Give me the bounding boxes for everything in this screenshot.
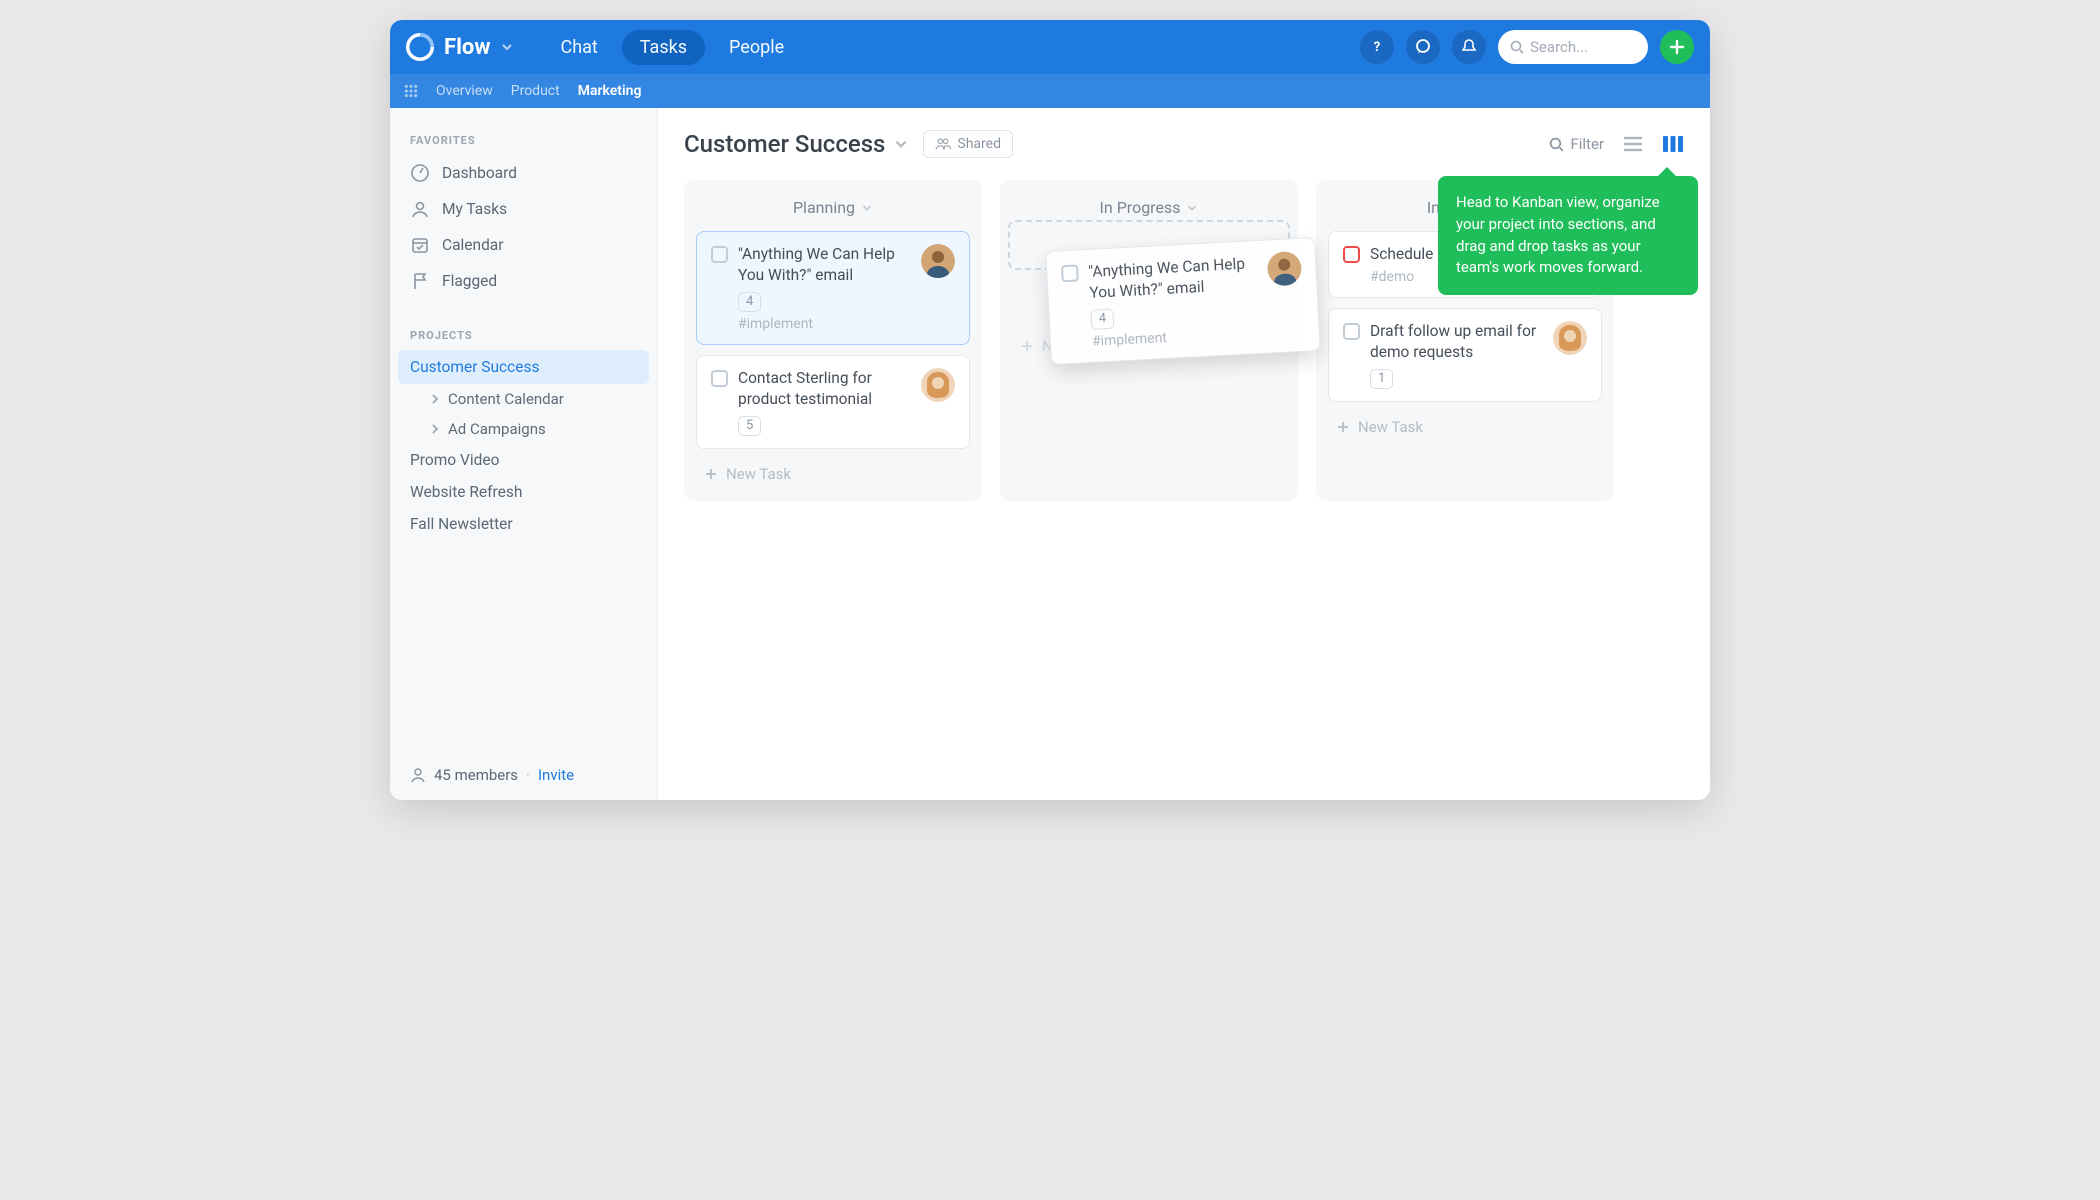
sidebar-dashboard[interactable]: Dashboard [390,155,657,191]
help-button[interactable]: ? [1360,30,1394,64]
nav-people[interactable]: People [711,30,802,65]
shared-badge[interactable]: Shared [923,130,1013,158]
person-icon [410,199,430,219]
sidebar-flagged[interactable]: Flagged [390,263,657,299]
kanban-view-button[interactable] [1662,134,1684,154]
sidebar-project-promo-video[interactable]: Promo Video [390,444,657,476]
sidebar-subproject-ad-campaigns[interactable]: Ad Campaigns [390,414,657,444]
sidebar-project-fall-newsletter[interactable]: Fall Newsletter [390,508,657,540]
column-in-progress: In Progress "Anything We Can Help You Wi… [1000,180,1298,501]
subnav-marketing[interactable]: Marketing [578,83,642,99]
top-bar: Flow Chat Tasks People ? Search... [390,20,1710,74]
chevron-down-icon [893,136,909,152]
comment-count: 1 [1370,369,1393,389]
task-title: "Anything We Can Help You With?" email [1088,253,1259,304]
task-checkbox[interactable] [1343,246,1360,263]
task-checkbox[interactable] [1343,323,1360,340]
column-header[interactable]: Planning [696,192,970,221]
list-view-button[interactable] [1622,135,1644,153]
app-name: Flow [444,35,490,60]
new-task-button[interactable]: New Task [696,459,970,489]
grid-icon[interactable] [404,84,418,98]
nav-tasks[interactable]: Tasks [622,30,705,65]
chevron-down-icon [1186,202,1198,214]
task-title: Draft follow up email for demo requests [1370,321,1543,363]
task-checkbox[interactable] [1061,264,1079,282]
bell-icon [1460,38,1478,56]
avatar [921,368,955,402]
column-header[interactable]: In Progress [1012,192,1286,221]
flag-icon [410,271,430,291]
sidebar-subproject-content-calendar[interactable]: Content Calendar [390,384,657,414]
sidebar-project-customer-success[interactable]: Customer Success [398,350,649,384]
plus-icon [1668,38,1686,56]
chat-button[interactable] [1406,30,1440,64]
new-task-button[interactable]: New Task [1328,412,1602,442]
sidebar-footer: 45 members · Invite [390,750,657,800]
nav-chat[interactable]: Chat [542,30,615,65]
primary-nav: Chat Tasks People [542,30,802,65]
favorites-heading: FAVORITES [390,126,657,155]
search-input[interactable]: Search... [1498,30,1648,64]
top-right-controls: ? Search... [1360,30,1694,64]
plus-icon [1020,339,1034,353]
kanban-icon [1662,134,1684,154]
list-icon [1622,135,1644,153]
comment-count: 4 [1090,308,1114,329]
task-checkbox[interactable] [711,246,728,263]
chevron-down-icon [500,40,514,54]
task-title: Contact Sterling for product testimonial [738,368,911,410]
column-planning: Planning "Anything We Can Help You With?… [684,180,982,501]
sidebar-mytasks[interactable]: My Tasks [390,191,657,227]
task-checkbox[interactable] [711,370,728,387]
main-content: Customer Success Shared Filter [658,108,1710,800]
project-header: Customer Success Shared Filter [684,130,1684,158]
svg-text:?: ? [1374,40,1380,55]
comment-count: 5 [738,416,761,436]
search-icon [1549,137,1564,152]
member-count: 45 members [434,766,518,784]
add-button[interactable] [1660,30,1694,64]
chevron-right-icon [430,394,440,404]
task-tag: #implement [738,316,955,332]
sub-nav-bar: Overview Product Marketing [390,74,1710,108]
filter-button[interactable]: Filter [1549,135,1604,153]
kanban-tooltip: Head to Kanban view, organize your proje… [1438,176,1698,295]
task-title: "Anything We Can Help You With?" email [738,244,911,286]
sidebar: FAVORITES Dashboard My Tasks Calendar Fl… [390,108,658,800]
comment-count: 4 [738,292,761,312]
notifications-button[interactable] [1452,30,1486,64]
search-placeholder: Search... [1530,38,1588,56]
view-controls: Filter [1549,134,1684,154]
avatar [1553,321,1587,355]
plus-icon [704,467,718,481]
search-icon [1510,40,1524,54]
task-card[interactable]: Draft follow up email for demo requests … [1328,308,1602,402]
chevron-down-icon [861,202,873,214]
task-card[interactable]: Contact Sterling for product testimonial… [696,355,970,449]
calendar-icon [410,235,430,255]
app-logo[interactable]: Flow [406,33,514,61]
question-icon: ? [1369,39,1385,55]
chat-bubble-icon [1414,38,1432,56]
gauge-icon [410,163,430,183]
avatar [1267,251,1303,287]
sidebar-calendar[interactable]: Calendar [390,227,657,263]
flow-logo-icon [406,33,434,61]
person-icon [410,767,426,783]
avatar [921,244,955,278]
subnav-product[interactable]: Product [511,83,560,99]
plus-icon [1336,420,1350,434]
projects-heading: PROJECTS [390,321,657,350]
invite-link[interactable]: Invite [538,766,574,784]
project-title[interactable]: Customer Success [684,130,909,158]
subnav-overview[interactable]: Overview [436,83,493,99]
body: FAVORITES Dashboard My Tasks Calendar Fl… [390,108,1710,800]
task-card[interactable]: "Anything We Can Help You With?" email 4… [696,231,970,345]
sidebar-project-website-refresh[interactable]: Website Refresh [390,476,657,508]
dragging-task-card[interactable]: "Anything We Can Help You With?" email 4… [1045,237,1321,365]
chevron-right-icon [430,424,440,434]
app-window: Flow Chat Tasks People ? Search... [390,20,1710,800]
people-icon [935,137,951,151]
